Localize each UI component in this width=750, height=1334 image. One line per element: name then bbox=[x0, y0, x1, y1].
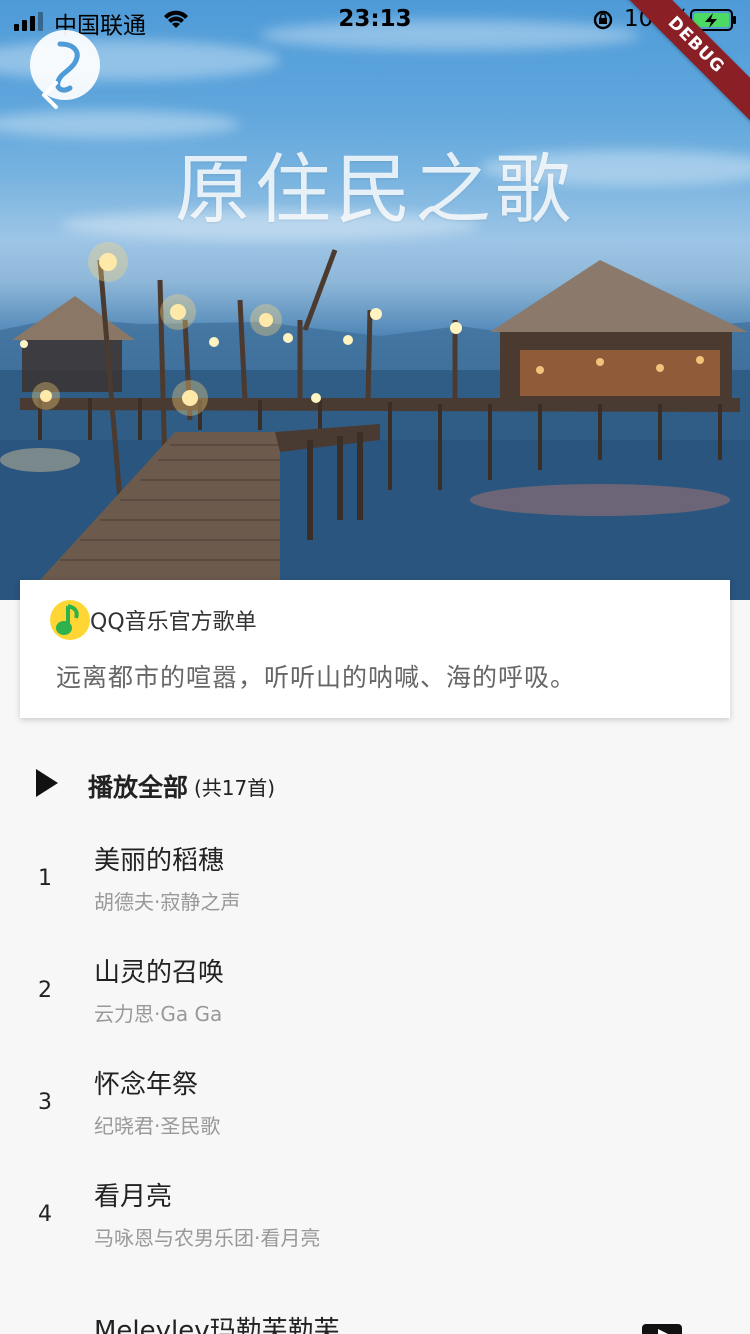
mv-icon[interactable] bbox=[642, 1324, 682, 1334]
song-row[interactable]: 4 看月亮 马咏恩与农男乐团·看月亮 bbox=[0, 1164, 750, 1276]
song-artist-album: 纪晓君·圣民歌 bbox=[94, 1114, 221, 1138]
song-row[interactable]: 2 山灵的召唤 云力思·Ga Ga bbox=[0, 940, 750, 1052]
play-icon bbox=[36, 769, 58, 797]
song-artist-album: 胡德夫·寂静之声 bbox=[94, 890, 241, 914]
playlist-cover-image: 原住民之歌 bbox=[0, 0, 750, 600]
song-title: 看月亮 bbox=[94, 1182, 173, 1212]
pier-scene bbox=[0, 242, 750, 600]
song-index: 3 bbox=[38, 1090, 52, 1115]
track-count: (共17首) bbox=[194, 776, 276, 800]
song-row[interactable]: 3 怀念年祭 纪晓君·圣民歌 bbox=[0, 1052, 750, 1164]
song-title: 山灵的召唤 bbox=[94, 958, 225, 988]
song-index: 2 bbox=[38, 978, 52, 1003]
song-artist-album: 马咏恩与农男乐团·看月亮 bbox=[94, 1226, 321, 1250]
orientation-lock-icon bbox=[593, 10, 613, 30]
song-index: 1 bbox=[38, 866, 52, 891]
playlist-title: 原住民之歌 bbox=[175, 145, 575, 234]
playlist-info-card: QQ音乐官方歌单 远离都市的喧嚣，听听山的呐喊、海的呼吸。 bbox=[20, 580, 730, 718]
play-all-button[interactable]: 播放全部 (共17首) bbox=[0, 752, 750, 816]
song-title: 美丽的稻穗 bbox=[94, 846, 225, 876]
song-row[interactable]: Meleylev玛勒芙勒芙 bbox=[0, 1276, 750, 1334]
qq-music-logo-icon bbox=[50, 600, 90, 640]
back-button[interactable] bbox=[34, 78, 68, 112]
playlist-source: QQ音乐官方歌单 bbox=[90, 610, 257, 635]
song-artist-album: 云力思·Ga Ga bbox=[94, 1002, 223, 1026]
playlist-description: 远离都市的喧嚣，听听山的呐喊、海的呼吸。 bbox=[56, 663, 577, 692]
song-row[interactable]: 1 美丽的稻穗 胡德夫·寂静之声 bbox=[0, 828, 750, 940]
song-index: 4 bbox=[38, 1202, 52, 1227]
song-title: 怀念年祭 bbox=[94, 1070, 199, 1100]
song-title: Meleylev玛勒芙勒芙 bbox=[94, 1316, 340, 1334]
play-all-label: 播放全部 bbox=[88, 773, 189, 802]
